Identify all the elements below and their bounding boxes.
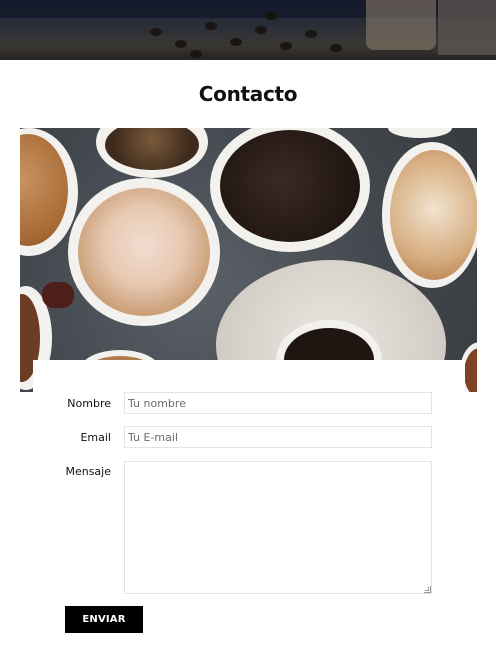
coffee-bean: [265, 12, 277, 20]
coffee-bean: [175, 40, 187, 48]
coffee-bean: [150, 28, 162, 36]
coffee-bean: [190, 50, 202, 58]
coffee-cup: [96, 128, 208, 178]
page-title: Contacto: [198, 82, 298, 106]
coffee-bean: [205, 22, 217, 30]
coffee-bean: [305, 30, 317, 38]
hero-banner-image: [0, 0, 496, 60]
coffee-cup: [68, 178, 220, 326]
coffee-bean: [280, 42, 292, 50]
hero-cup-shape: [366, 0, 436, 50]
coffee-cup: [382, 142, 477, 288]
hero-cup-shape: [438, 0, 496, 55]
coffee-cups-image: [20, 128, 477, 392]
message-textarea[interactable]: [124, 461, 432, 594]
coffee-bean: [330, 44, 342, 52]
submit-button[interactable]: ENVIAR: [65, 606, 143, 633]
message-label: Mensaje: [65, 465, 111, 478]
coffee-cup: [210, 128, 370, 252]
cup-handle: [42, 282, 74, 308]
name-label: Nombre: [67, 397, 111, 410]
coffee-bean: [230, 38, 242, 46]
email-input[interactable]: [124, 426, 432, 448]
coffee-cup: [388, 128, 452, 138]
resize-handle-icon[interactable]: [424, 586, 431, 593]
name-input[interactable]: [124, 392, 432, 414]
coffee-bean: [255, 26, 267, 34]
email-label: Email: [80, 431, 111, 444]
